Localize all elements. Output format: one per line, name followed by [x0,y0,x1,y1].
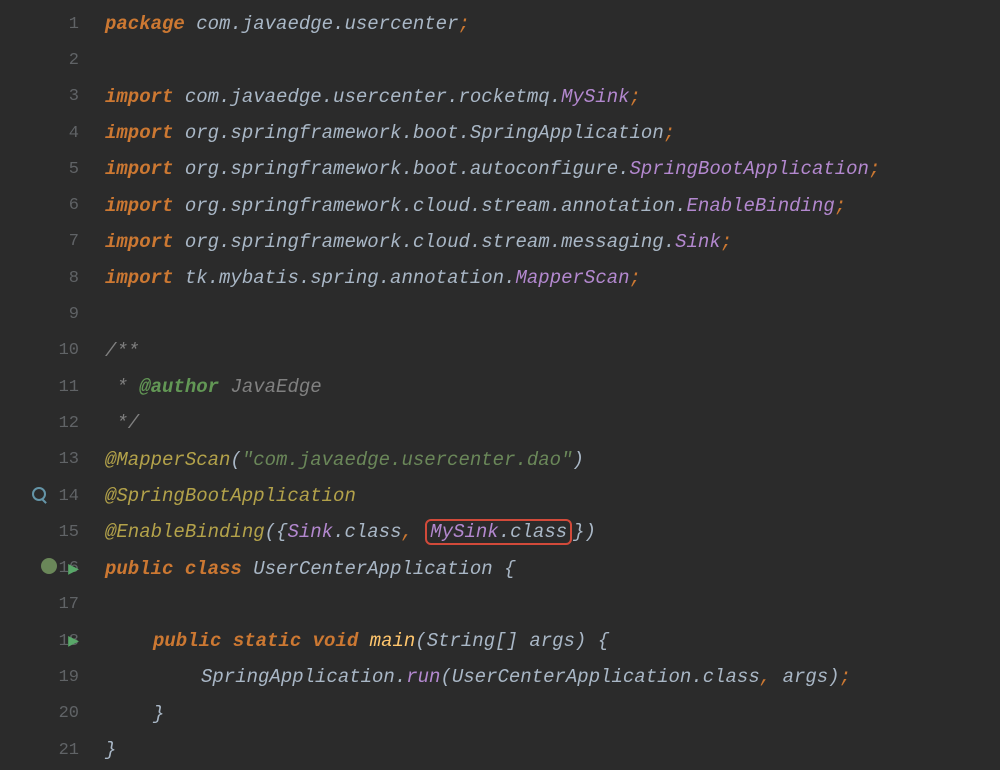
class-ref-mysink: MySink [430,521,498,543]
run-icon[interactable]: ▶ [68,558,79,580]
run-icon[interactable]: ▶ [68,630,79,652]
import-path: tk.mybatis.spring.annotation [185,267,504,289]
code-line[interactable]: */ [105,405,1000,441]
class-ref: SpringApplication [201,666,395,688]
code-line[interactable]: package com.javaedge.usercenter; [105,6,1000,42]
keyword-import: import [105,231,173,253]
javadoc-author-tag: @author [139,376,219,398]
annotation-mapperscan: @MapperScan [105,449,230,471]
line-number: 2 [53,51,79,70]
line-number: 19 [53,668,79,687]
keyword-public: public [153,630,221,652]
param-type: String[] [427,630,518,652]
import-class: SpringApplication [470,122,664,144]
line-number: 1 [53,15,79,34]
keyword-public: public [105,558,173,580]
class-ref-sink: Sink [287,521,333,543]
code-line[interactable]: * @author JavaEdge [105,369,1000,405]
annotation-springboot: @SpringBootApplication [105,485,356,507]
line-number: 14 [53,487,79,506]
arg-name: args [783,666,829,688]
code-line[interactable]: import tk.mybatis.spring.annotation.Mapp… [105,260,1000,296]
import-class: MySink [561,86,629,108]
method-run: run [406,666,440,688]
line-number: 5 [53,160,79,179]
method-main: main [370,630,416,652]
javadoc-open: /** [105,340,139,362]
code-line[interactable]: import org.springframework.cloud.stream.… [105,224,1000,260]
code-line[interactable]: import org.springframework.boot.SpringAp… [105,115,1000,151]
class-ref: UserCenterApplication [452,666,691,688]
keyword-import: import [105,122,173,144]
import-path: org.springframework.cloud.stream.annotat… [185,195,675,217]
line-number: 17 [53,595,79,614]
line-number: 21 [53,741,79,760]
code-area[interactable]: package com.javaedge.usercenter; import … [95,0,1000,770]
code-line[interactable] [105,296,1000,332]
line-number: 7 [53,232,79,251]
code-editor[interactable]: 1 2 3 4 5 6 7 8 9 10 11 12 13 14 15 ▶ 16… [0,0,1000,770]
brace-close: } [153,703,164,725]
package-path: com.javaedge.usercenter [196,13,458,35]
import-path: org.springframework.boot [185,122,459,144]
code-line[interactable] [105,42,1000,78]
highlight-box: MySink.class [425,519,572,545]
inspection-icon[interactable] [32,487,46,501]
keyword-import: import [105,158,173,180]
code-line[interactable]: public static void main(String[] args) { [105,623,1000,659]
line-number: 12 [53,414,79,433]
class-name: UserCenterApplication [253,558,492,580]
keyword-void: void [313,630,359,652]
keyword-package: package [105,13,185,35]
code-line[interactable]: import org.springframework.cloud.stream.… [105,187,1000,223]
line-number: 11 [53,378,79,397]
javadoc-author: JavaEdge [230,376,321,398]
code-line[interactable]: @MapperScan("com.javaedge.usercenter.dao… [105,442,1000,478]
import-path: org.springframework.cloud.stream.messagi… [185,231,664,253]
import-class: SpringBootApplication [630,158,869,180]
string-literal: "com.javaedge.usercenter.dao" [242,449,573,471]
keyword-import: import [105,195,173,217]
code-line[interactable]: @EnableBinding({Sink.class, MySink.class… [105,514,1000,550]
keyword-import: import [105,267,173,289]
line-number: 10 [53,341,79,360]
code-line[interactable]: /** [105,333,1000,369]
code-line[interactable]: public class UserCenterApplication { [105,550,1000,586]
import-class: EnableBinding [687,195,835,217]
line-number: 4 [53,124,79,143]
annotation-enablebinding: @EnableBinding [105,521,265,543]
line-number: 6 [53,196,79,215]
code-line[interactable]: } [105,696,1000,732]
line-number: 3 [53,87,79,106]
code-line[interactable] [105,587,1000,623]
import-class: Sink [675,231,721,253]
semicolon: ; [458,13,469,35]
code-line[interactable]: import com.javaedge.usercenter.rocketmq.… [105,79,1000,115]
code-line[interactable]: SpringApplication.run(UserCenterApplicat… [105,659,1000,695]
import-path: org.springframework.boot.autoconfigure [185,158,618,180]
line-number: 13 [53,450,79,469]
code-line[interactable]: @SpringBootApplication [105,478,1000,514]
brace-close: } [105,739,116,761]
keyword-import: import [105,86,173,108]
keyword-class: class [185,558,242,580]
keyword-static: static [233,630,301,652]
line-number: 20 [53,704,79,723]
javadoc-close: */ [105,412,139,434]
spring-bean-icon[interactable] [41,558,57,580]
code-line[interactable]: import org.springframework.boot.autoconf… [105,151,1000,187]
code-line[interactable]: } [105,732,1000,768]
line-number: 15 [53,523,79,542]
line-number: 9 [53,305,79,324]
import-class: MapperScan [516,267,630,289]
line-number: 8 [53,269,79,288]
param-name: args [529,630,575,652]
import-path: com.javaedge.usercenter.rocketmq [185,86,550,108]
gutter: 1 2 3 4 5 6 7 8 9 10 11 12 13 14 15 ▶ 16… [0,0,95,770]
